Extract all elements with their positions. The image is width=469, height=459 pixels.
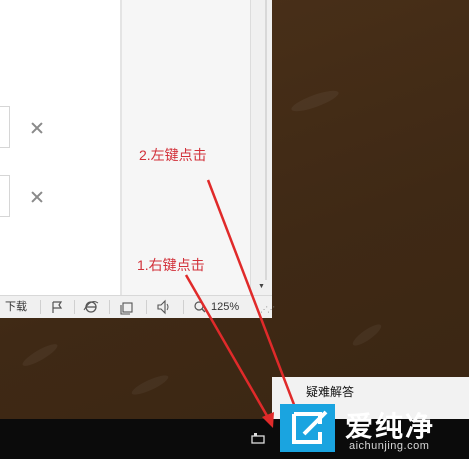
annotation-arrows — [184, 179, 303, 428]
arrow-head-step1 — [262, 412, 274, 428]
watermark-en-text: aichunjing.com — [349, 440, 430, 452]
watermark-logo — [280, 404, 335, 452]
arrow-line-step1 — [184, 274, 272, 422]
arrow-line-step2 — [206, 179, 300, 416]
watermark-cn-text: 爱纯净 — [345, 411, 436, 442]
